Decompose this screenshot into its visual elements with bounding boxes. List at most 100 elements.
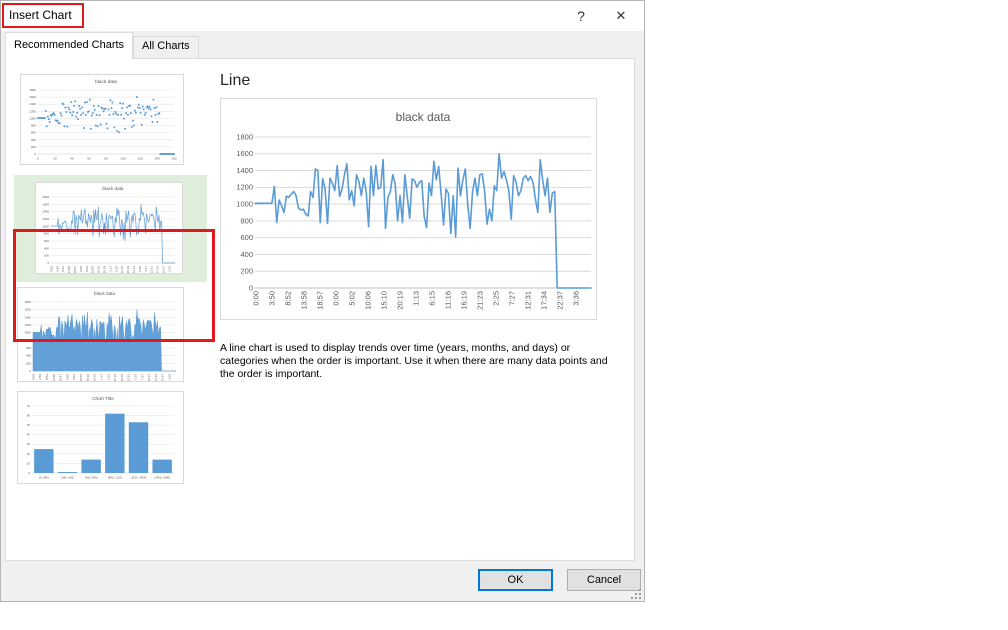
svg-text:40: 40 bbox=[27, 433, 31, 437]
preview-heading: Line bbox=[220, 72, 250, 90]
svg-text:1600: 1600 bbox=[29, 95, 36, 99]
svg-text:5:02: 5:02 bbox=[72, 374, 76, 380]
svg-text:1400: 1400 bbox=[42, 210, 49, 214]
svg-text:1:13: 1:13 bbox=[108, 266, 112, 272]
histogram-chart-thumbnail: Chart Title010203040506070[0, 280](280, … bbox=[18, 392, 183, 483]
svg-text:16:19: 16:19 bbox=[120, 374, 124, 381]
area-chart-thumbnail: black data020040060080010001200140016001… bbox=[18, 288, 183, 381]
svg-text:1200: 1200 bbox=[42, 217, 49, 221]
titlebar[interactable]: Insert Chart ? ✕ bbox=[1, 1, 644, 31]
svg-text:17:34: 17:34 bbox=[539, 291, 548, 310]
tab-recommended-charts[interactable]: Recommended Charts bbox=[5, 32, 133, 59]
svg-text:22:37: 22:37 bbox=[162, 266, 166, 273]
svg-text:1400: 1400 bbox=[29, 102, 36, 106]
svg-text:800: 800 bbox=[26, 338, 31, 342]
svg-text:20:19: 20:19 bbox=[395, 291, 404, 310]
scatter-chart-thumbnail: black data020040060080010001200140016001… bbox=[21, 75, 183, 164]
thumbnail-area-chart[interactable]: black data020040060080010001200140016001… bbox=[17, 287, 184, 382]
svg-text:600: 600 bbox=[240, 233, 253, 242]
screen: Insert Chart ? ✕ Recommended Charts All … bbox=[0, 0, 1008, 630]
svg-text:800: 800 bbox=[31, 124, 36, 128]
svg-text:7:27: 7:27 bbox=[507, 291, 516, 306]
svg-text:1600: 1600 bbox=[42, 202, 49, 206]
svg-text:10:06: 10:06 bbox=[363, 291, 372, 310]
chart-description: A line chart is used to display trends o… bbox=[220, 342, 612, 381]
svg-text:0:00: 0:00 bbox=[31, 374, 35, 380]
svg-text:(1400, 1680]: (1400, 1680] bbox=[154, 475, 170, 479]
svg-text:(280, 560]: (280, 560] bbox=[61, 475, 74, 479]
svg-text:7:27: 7:27 bbox=[140, 374, 144, 380]
svg-text:0: 0 bbox=[37, 157, 39, 161]
svg-text:15:10: 15:10 bbox=[379, 291, 388, 310]
svg-text:0: 0 bbox=[34, 152, 36, 156]
svg-text:70: 70 bbox=[27, 404, 31, 408]
svg-text:7:27: 7:27 bbox=[144, 266, 148, 272]
help-button[interactable]: ? bbox=[566, 3, 596, 28]
svg-text:12:31: 12:31 bbox=[147, 374, 151, 381]
svg-text:(840, 1120]: (840, 1120] bbox=[108, 475, 122, 479]
svg-text:black data: black data bbox=[94, 291, 115, 296]
svg-text:8:52: 8:52 bbox=[45, 374, 49, 380]
svg-text:11:16: 11:16 bbox=[113, 374, 117, 381]
svg-text:1000: 1000 bbox=[236, 200, 253, 209]
svg-text:2:25: 2:25 bbox=[491, 291, 500, 306]
svg-text:3:36: 3:36 bbox=[167, 266, 171, 272]
svg-text:8:52: 8:52 bbox=[283, 291, 292, 306]
svg-text:1800: 1800 bbox=[42, 195, 49, 199]
tab-all-charts[interactable]: All Charts bbox=[133, 36, 199, 58]
svg-text:200: 200 bbox=[44, 254, 49, 258]
svg-text:12:31: 12:31 bbox=[523, 291, 532, 310]
svg-text:1600: 1600 bbox=[236, 149, 253, 158]
svg-text:22:37: 22:37 bbox=[161, 374, 165, 381]
resize-grip[interactable] bbox=[630, 588, 641, 599]
svg-text:40: 40 bbox=[70, 157, 74, 161]
svg-text:600: 600 bbox=[31, 131, 36, 135]
dialog-title: Insert Chart bbox=[9, 8, 72, 22]
svg-text:100: 100 bbox=[120, 157, 125, 161]
svg-text:400: 400 bbox=[26, 354, 31, 358]
svg-text:10:06: 10:06 bbox=[79, 374, 83, 381]
svg-text:11:16: 11:16 bbox=[443, 291, 452, 309]
svg-text:600: 600 bbox=[44, 239, 49, 243]
svg-text:60: 60 bbox=[27, 413, 31, 417]
line-chart-thumbnail-box: black data020040060080010001200140016001… bbox=[35, 182, 183, 274]
svg-text:5:02: 5:02 bbox=[85, 266, 89, 272]
svg-text:10: 10 bbox=[27, 461, 31, 465]
svg-text:(1120, 1400]: (1120, 1400] bbox=[131, 475, 147, 479]
svg-text:18:57: 18:57 bbox=[73, 266, 77, 273]
line-chart-thumbnail: black data020040060080010001200140016001… bbox=[36, 183, 182, 273]
svg-text:15:10: 15:10 bbox=[86, 374, 90, 381]
thumbnail-scatter-chart[interactable]: black data020040060080010001200140016001… bbox=[20, 74, 184, 165]
svg-text:60: 60 bbox=[87, 157, 91, 161]
svg-text:21:23: 21:23 bbox=[132, 266, 136, 273]
close-icon[interactable]: ✕ bbox=[606, 3, 636, 28]
svg-text:1200: 1200 bbox=[29, 109, 36, 113]
svg-text:22:37: 22:37 bbox=[555, 291, 564, 310]
svg-text:6:15: 6:15 bbox=[106, 374, 110, 380]
svg-text:600: 600 bbox=[26, 346, 31, 350]
svg-text:0: 0 bbox=[29, 369, 31, 373]
svg-text:0:00: 0:00 bbox=[65, 374, 69, 380]
svg-text:15:10: 15:10 bbox=[97, 266, 101, 273]
svg-text:16:19: 16:19 bbox=[126, 266, 130, 273]
thumbnail-line-chart-selected[interactable]: black data020040060080010001200140016001… bbox=[14, 175, 207, 282]
svg-text:800: 800 bbox=[240, 216, 253, 225]
svg-text:3:50: 3:50 bbox=[267, 291, 276, 306]
svg-text:(560, 840]: (560, 840] bbox=[85, 475, 98, 479]
svg-text:13:58: 13:58 bbox=[299, 291, 308, 310]
svg-text:1800: 1800 bbox=[24, 300, 31, 304]
ok-button[interactable]: OK bbox=[478, 569, 553, 591]
svg-text:1:13: 1:13 bbox=[99, 374, 103, 380]
svg-text:20: 20 bbox=[27, 452, 31, 456]
svg-text:80: 80 bbox=[104, 157, 108, 161]
svg-text:1600: 1600 bbox=[24, 308, 31, 312]
svg-text:50: 50 bbox=[27, 423, 31, 427]
svg-text:8:52: 8:52 bbox=[61, 266, 65, 272]
svg-text:17:34: 17:34 bbox=[156, 266, 160, 273]
svg-text:17:34: 17:34 bbox=[154, 374, 158, 381]
insert-chart-dialog: Insert Chart ? ✕ Recommended Charts All … bbox=[0, 0, 645, 602]
thumbnail-histogram-chart[interactable]: Chart Title010203040506070[0, 280](280, … bbox=[17, 391, 184, 484]
svg-text:1:13: 1:13 bbox=[411, 291, 420, 306]
svg-text:400: 400 bbox=[31, 138, 36, 142]
svg-text:black data: black data bbox=[396, 110, 451, 124]
